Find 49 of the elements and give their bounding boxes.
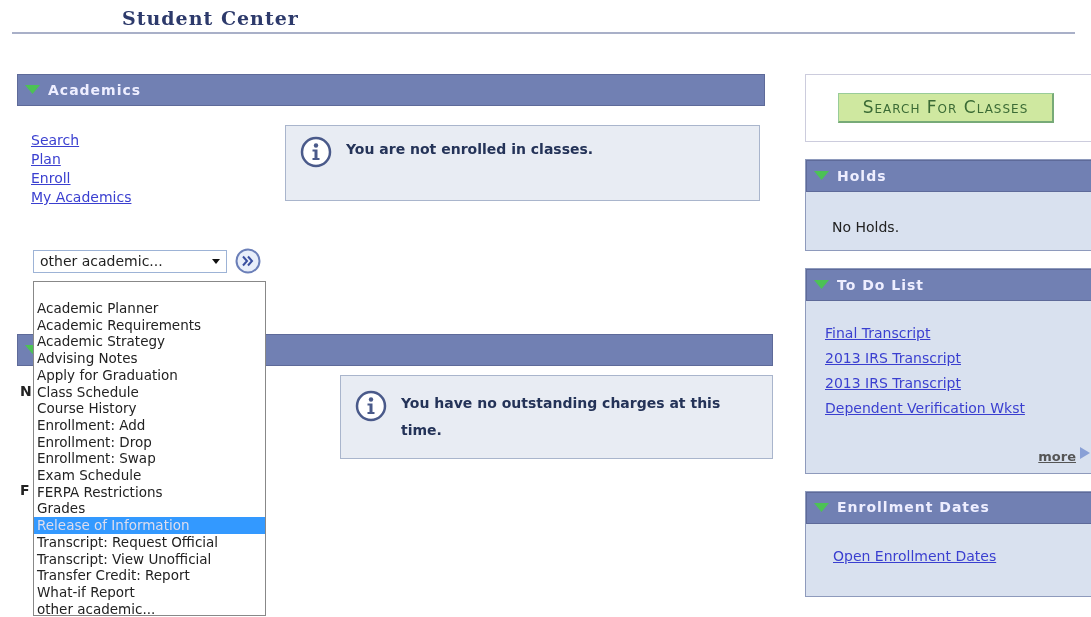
dropdown-option[interactable]: Exam Schedule — [34, 467, 265, 484]
heading-text: F — [20, 481, 31, 500]
dropdown-option[interactable]: What-if Report — [34, 583, 265, 601]
collapse-triangle-icon[interactable] — [814, 280, 829, 290]
link[interactable]: Search — [31, 131, 285, 150]
dropdown-option[interactable]: Transcript: View Unofficial — [34, 550, 265, 568]
dropdown-field[interactable]: other academic... — [33, 249, 227, 273]
dropdown-option[interactable]: Transcript: Request Official — [34, 533, 265, 551]
dropdown-option[interactable]: FERPA Restrictions — [34, 483, 265, 501]
dropdown-option[interactable]: other academic... — [34, 600, 265, 617]
dropdown-arrow-icon — [212, 258, 220, 264]
section-title: Enrollment Dates — [837, 498, 990, 517]
section-title: Academics — [48, 80, 142, 100]
dropdown-option[interactable]: Enrollment: Drop — [34, 433, 265, 451]
link[interactable]: 2013 IRS Transcript — [825, 371, 1091, 396]
link[interactable]: Enroll — [31, 169, 285, 188]
info-icon — [355, 390, 387, 422]
message-text: You are not enrolled in classes. — [346, 140, 594, 159]
heading-text: N — [20, 382, 32, 401]
message-text: You have no outstanding charges at this time. — [401, 394, 722, 440]
link[interactable]: My Academics — [31, 188, 285, 207]
link[interactable]: Dependent Verification Wkst — [825, 396, 1091, 421]
link[interactable]: Plan — [31, 150, 285, 169]
dropdown-option[interactable]: Enrollment: Swap — [34, 450, 265, 468]
dropdown-option[interactable]: Academic Strategy — [34, 333, 265, 351]
collapse-triangle-icon[interactable] — [814, 502, 829, 513]
section-title: To Do List — [837, 275, 925, 295]
section-title: Holds — [837, 166, 887, 186]
collapse-triangle-icon[interactable] — [25, 85, 40, 95]
dropdown-option[interactable]: Academic Requirements — [34, 316, 265, 334]
collapse-triangle-icon[interactable] — [814, 171, 829, 181]
more-link[interactable]: more — [1038, 447, 1076, 467]
dropdown-option[interactable]: Class Schedule — [34, 383, 265, 401]
info-icon — [300, 136, 332, 168]
dropdown-option[interactable]: Course History — [34, 400, 265, 417]
link[interactable]: 2013 IRS Transcript — [825, 346, 1091, 371]
play-arrow-icon — [1080, 447, 1090, 459]
search-for-classes-button[interactable]: Search For Classes — [838, 93, 1054, 123]
dropdown-option[interactable]: Enrollment: Add — [34, 416, 265, 434]
dropdown-option[interactable]: Transfer Credit: Report — [34, 567, 265, 584]
dropdown-option[interactable]: Advising Notes — [34, 350, 265, 367]
dropdown-option[interactable]: Apply for Graduation — [34, 366, 265, 384]
link[interactable]: Final Transcript — [825, 321, 1091, 346]
go-button-icon[interactable] — [235, 248, 261, 274]
holds-text: No Holds. — [831, 218, 901, 237]
link[interactable]: Open Enrollment Dates — [833, 546, 1091, 566]
dropdown-option[interactable]: Grades — [34, 500, 265, 518]
dropdown-option[interactable]: Academic Planner — [34, 300, 265, 317]
page-title: Student Center — [121, 6, 300, 31]
